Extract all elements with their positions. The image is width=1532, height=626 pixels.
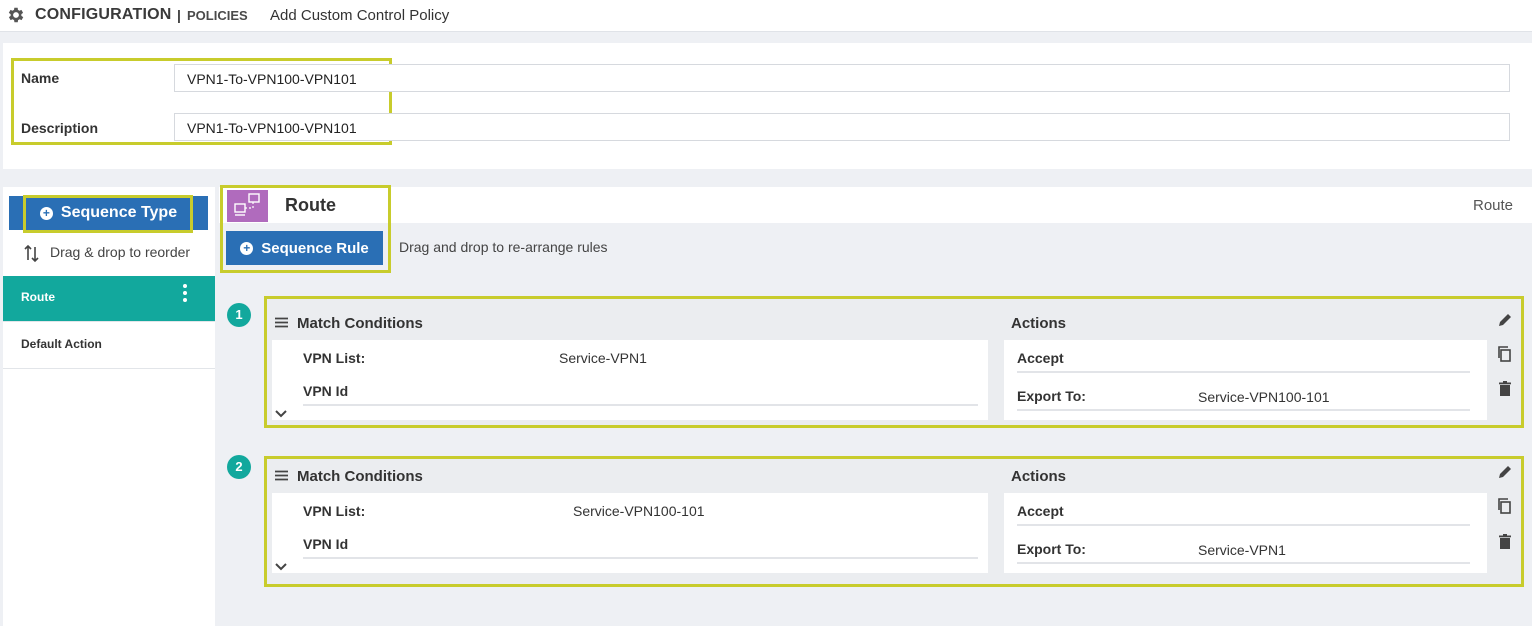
edit-icon[interactable] [1496,311,1514,329]
sidebar-item-default-action[interactable]: Default Action [3,323,215,369]
export-to-label: Export To: [1017,388,1086,404]
rule-number: 1 [227,303,251,327]
divider [1017,562,1470,564]
actions-panel [1004,340,1487,420]
chevron-down-icon[interactable] [275,409,287,418]
name-input[interactable]: VPN1-To-VPN100-VPN101 [174,64,1510,92]
match-conditions-title: Match Conditions [297,315,423,332]
description-input[interactable]: VPN1-To-VPN100-VPN101 [174,113,1510,141]
rearrange-hint: Drag and drop to re-arrange rules [399,239,608,255]
reorder-hint: Drag & drop to reorder [50,244,191,260]
export-to-value: Service-VPN1 [1198,542,1286,558]
divider [1017,409,1470,411]
copy-icon[interactable] [1496,497,1514,515]
accept-label: Accept [1017,503,1064,519]
vpn-id-label: VPN Id [303,536,349,552]
sidebar-item-label: Route [21,290,55,304]
highlight-sequence-type [23,195,193,233]
page-title: Add Custom Control Policy [270,7,450,24]
delete-icon[interactable] [1496,533,1514,551]
rule-number: 2 [227,455,251,479]
accept-label: Accept [1017,350,1064,366]
actions-title: Actions [1011,468,1067,485]
subsection-title: POLICIES [187,8,248,23]
reorder-arrows-icon [24,244,39,263]
divider [1017,371,1470,373]
hamburger-icon[interactable] [275,317,288,328]
sidebar-item-label: Default Action [21,337,102,351]
export-to-value: Service-VPN100-101 [1198,389,1330,405]
export-to-label: Export To: [1017,541,1086,557]
route-header [219,187,1532,223]
divider [303,557,978,559]
hamburger-icon[interactable] [275,470,288,481]
kebab-icon[interactable] [183,284,187,305]
sidebar-item-route[interactable]: Route [3,276,215,322]
divider [1017,524,1470,526]
gear-icon [8,7,24,23]
vpn-list-label: VPN List: [303,503,366,519]
chevron-down-icon[interactable] [275,562,287,571]
match-conditions-title: Match Conditions [297,468,423,485]
delete-icon[interactable] [1496,380,1514,398]
actions-title: Actions [1011,315,1067,332]
vpn-list-label: VPN List: [303,350,366,366]
vpn-list-value: Service-VPN1 [559,350,647,366]
name-label: Name [21,70,60,86]
edit-icon[interactable] [1496,463,1514,481]
section-title: CONFIGURATION [35,6,172,23]
copy-icon[interactable] [1496,345,1514,363]
highlight-route-sequence-rule [220,185,391,273]
vpn-id-label: VPN Id [303,383,349,399]
actions-panel [1004,493,1487,573]
vpn-list-value: Service-VPN100-101 [573,503,705,519]
title-separator: | [177,7,181,23]
divider [303,404,978,406]
route-type-label: Route [1473,197,1514,214]
description-label: Description [21,120,99,136]
